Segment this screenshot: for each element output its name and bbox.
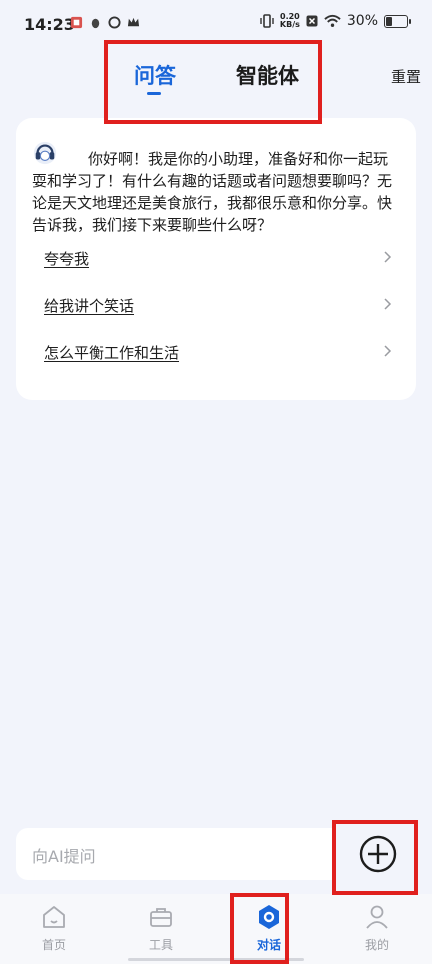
suggestion-item[interactable]: 给我讲个笑话: [44, 295, 394, 321]
add-plus-button[interactable]: [358, 834, 398, 874]
nav-item-mine[interactable]: 我的: [347, 902, 407, 953]
assistant-welcome-card: 你好啊！我是你的小助理，准备好和你一起玩耍和学习了！有什么有趣的话题或者问题想要…: [16, 118, 416, 400]
nav-item-home[interactable]: 首页: [24, 902, 84, 953]
vibrate-icon: [260, 14, 274, 28]
bottom-nav: 首页 工具 对话 我的: [0, 894, 432, 964]
net-speed-unit: KB/s: [279, 20, 300, 29]
home-indicator: [128, 958, 304, 961]
tab-qa[interactable]: 问答: [134, 60, 176, 90]
home-icon: [43, 906, 65, 928]
app-notification-icon: [70, 16, 83, 29]
battery-percent: 30%: [346, 13, 378, 29]
suggestion-item[interactable]: 怎么平衡工作和生活: [44, 342, 394, 368]
chat-hexagon-icon: [259, 905, 279, 929]
suggestion-label: 夸夸我: [44, 250, 90, 268]
nav-item-tools[interactable]: 工具: [131, 902, 191, 953]
status-time: 14:23: [24, 15, 75, 34]
leaf-notification-icon: [108, 16, 121, 29]
tab-agent[interactable]: 智能体: [236, 60, 299, 90]
nav-label: 工具: [148, 938, 173, 952]
crown-notification-icon: [127, 17, 140, 27]
wifi-icon: [324, 14, 341, 27]
nav-label: 我的: [364, 938, 389, 952]
ask-ai-placeholder: 向AI提问: [32, 847, 96, 866]
system-icons: 0.20 KB/s 30%: [260, 13, 411, 29]
chevron-right-icon: [384, 298, 392, 310]
battery-fill: [386, 16, 392, 26]
person-icon: [366, 905, 388, 929]
chevron-right-icon: [384, 251, 392, 263]
sim-icon: [306, 15, 318, 27]
nav-label: 首页: [41, 938, 66, 952]
nav-label: 对话: [256, 938, 281, 952]
suggestion-label: 怎么平衡工作和生活: [44, 344, 180, 362]
suggestion-label: 给我讲个笑话: [44, 297, 135, 315]
reset-button[interactable]: 重置: [391, 66, 421, 87]
notification-icons: [70, 16, 140, 29]
active-tab-indicator: [147, 92, 161, 95]
ask-ai-input[interactable]: 向AI提问: [16, 828, 332, 880]
header-tabs: 问答 智能体: [104, 40, 320, 120]
suggestion-item[interactable]: 夸夸我: [44, 248, 394, 274]
net-speed: 0.20 KB/s: [280, 13, 300, 29]
assistant-greeting: 你好啊！我是你的小助理，准备好和你一起玩耍和学习了！有什么有趣的话题或者问题想要…: [32, 150, 393, 234]
chevron-right-icon: [384, 345, 392, 357]
nav-item-chat[interactable]: 对话: [239, 902, 299, 953]
toolbox-icon: [150, 908, 172, 927]
bug-notification-icon: [91, 18, 100, 29]
battery-icon: [384, 14, 411, 28]
